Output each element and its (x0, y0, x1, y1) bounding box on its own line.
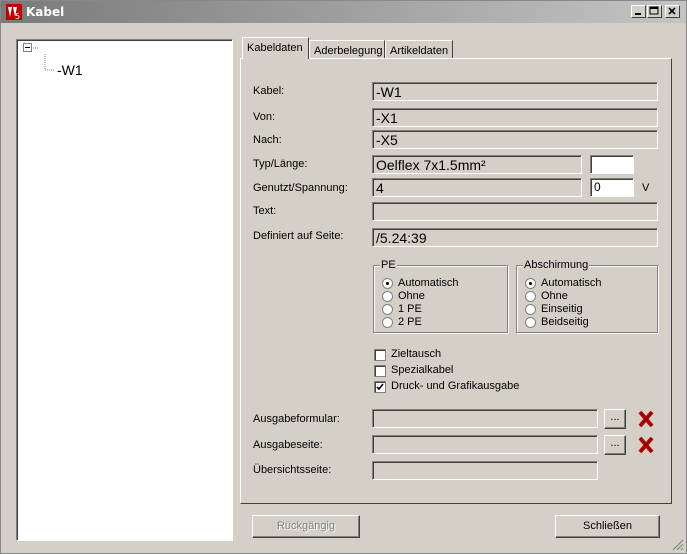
laenge-field[interactable] (590, 155, 634, 174)
uebersichtsseite-label: Übersichtsseite: (253, 464, 332, 476)
radio-selected[interactable] (382, 278, 393, 289)
abschirmung-option-label: Einseitig (541, 303, 583, 315)
pe-group: PE Automatisch Ohne 1 PE 2 PE (373, 259, 508, 333)
abschirmung-group-title: Abschirmung (523, 259, 590, 271)
von-field[interactable]: -X1 (372, 108, 658, 127)
ausgabeformular-browse-button[interactable]: ... (604, 409, 626, 429)
pe-option-label: 1 PE (398, 303, 422, 315)
druck-grafikausgabe-label: Druck- und Grafikausgabe (391, 380, 520, 392)
typ-label: Typ/Länge: (253, 158, 308, 170)
resize-grip-icon[interactable] (672, 539, 684, 551)
zieltausch-label: Zieltausch (391, 348, 442, 360)
nach-label: Nach: (253, 134, 282, 146)
definiert-field[interactable]: /5.24:39 (372, 228, 658, 247)
definiert-label: Definiert auf Seite: (253, 230, 344, 242)
maximize-button[interactable] (647, 5, 662, 18)
tab-artikeldaten[interactable]: Artikeldaten (385, 40, 453, 59)
spannung-unit: V (642, 182, 650, 194)
abschirmung-option-label: Beidseitig (541, 316, 589, 328)
kabel-window: 5 Kabel -W1 Kabeldaten Aderbelegung Arti… (0, 0, 687, 554)
ausgabeformular-field[interactable] (372, 409, 598, 428)
abschirmung-option-label: Ohne (541, 290, 568, 302)
typ-field[interactable]: Oelflex 7x1.5mm² (372, 155, 582, 174)
radio[interactable] (525, 304, 536, 315)
pe-group-title: PE (380, 259, 397, 271)
ausgabeseite-browse-button[interactable]: ... (604, 435, 626, 455)
radio[interactable] (525, 291, 536, 302)
abschirmung-option-label: Automatisch (541, 277, 602, 289)
close-icon (668, 7, 676, 15)
maximize-icon (649, 6, 659, 15)
close-window-button[interactable] (665, 5, 680, 18)
ausgabeformular-label: Ausgabeformular: (253, 413, 340, 425)
ausgabeseite-label: Ausgabeseite: (253, 439, 323, 451)
radio[interactable] (382, 317, 393, 328)
text-field[interactable] (372, 202, 658, 221)
spezialkabel-label: Spezialkabel (391, 364, 454, 376)
tab-kabeldaten[interactable]: Kabeldaten (242, 37, 309, 59)
tree-item-w1[interactable]: -W1 (57, 62, 83, 78)
checkmark-icon (376, 383, 384, 391)
text-label: Text: (253, 205, 277, 217)
nach-field[interactable]: -X5 (372, 130, 658, 149)
ausgabeformular-delete-icon[interactable] (636, 409, 656, 429)
app-logo-icon: 5 (6, 4, 22, 20)
checkbox-box[interactable] (374, 381, 386, 393)
minimize-icon (635, 13, 641, 15)
title-bar[interactable]: 5 Kabel (1, 1, 686, 23)
window-title: Kabel (26, 5, 65, 19)
von-label: Von: (253, 111, 276, 123)
kabel-field[interactable]: -W1 (372, 82, 658, 101)
checkbox-box[interactable] (374, 365, 386, 377)
kabel-label: Kabel: (253, 85, 285, 97)
cable-tree[interactable]: -W1 (16, 39, 233, 541)
pe-option-label: Ohne (398, 290, 425, 302)
abschirmung-group: Abschirmung Automatisch Ohne Einseitig B… (516, 259, 658, 333)
radio[interactable] (382, 291, 393, 302)
spannung-field[interactable]: 0 (590, 178, 634, 197)
undo-button[interactable]: Rückgängig (252, 515, 360, 538)
tab-aderbelegung[interactable]: Aderbelegung (309, 40, 385, 59)
minimize-button[interactable] (631, 5, 646, 18)
uebersichtsseite-field[interactable] (372, 461, 598, 480)
close-button[interactable]: Schließen (555, 515, 660, 538)
pe-option-label: 2 PE (398, 316, 422, 328)
radio-selected[interactable] (525, 278, 536, 289)
pe-option-label: Automatisch (398, 277, 459, 289)
svg-text:5: 5 (15, 12, 20, 20)
ausgabeseite-field[interactable] (372, 435, 598, 454)
radio[interactable] (382, 304, 393, 315)
checkbox-box[interactable] (374, 349, 386, 361)
genutzt-field[interactable]: 4 (372, 178, 582, 197)
ausgabeseite-delete-icon[interactable] (636, 435, 656, 455)
radio[interactable] (525, 317, 536, 328)
genutzt-label: Genutzt/Spannung: (253, 182, 348, 194)
